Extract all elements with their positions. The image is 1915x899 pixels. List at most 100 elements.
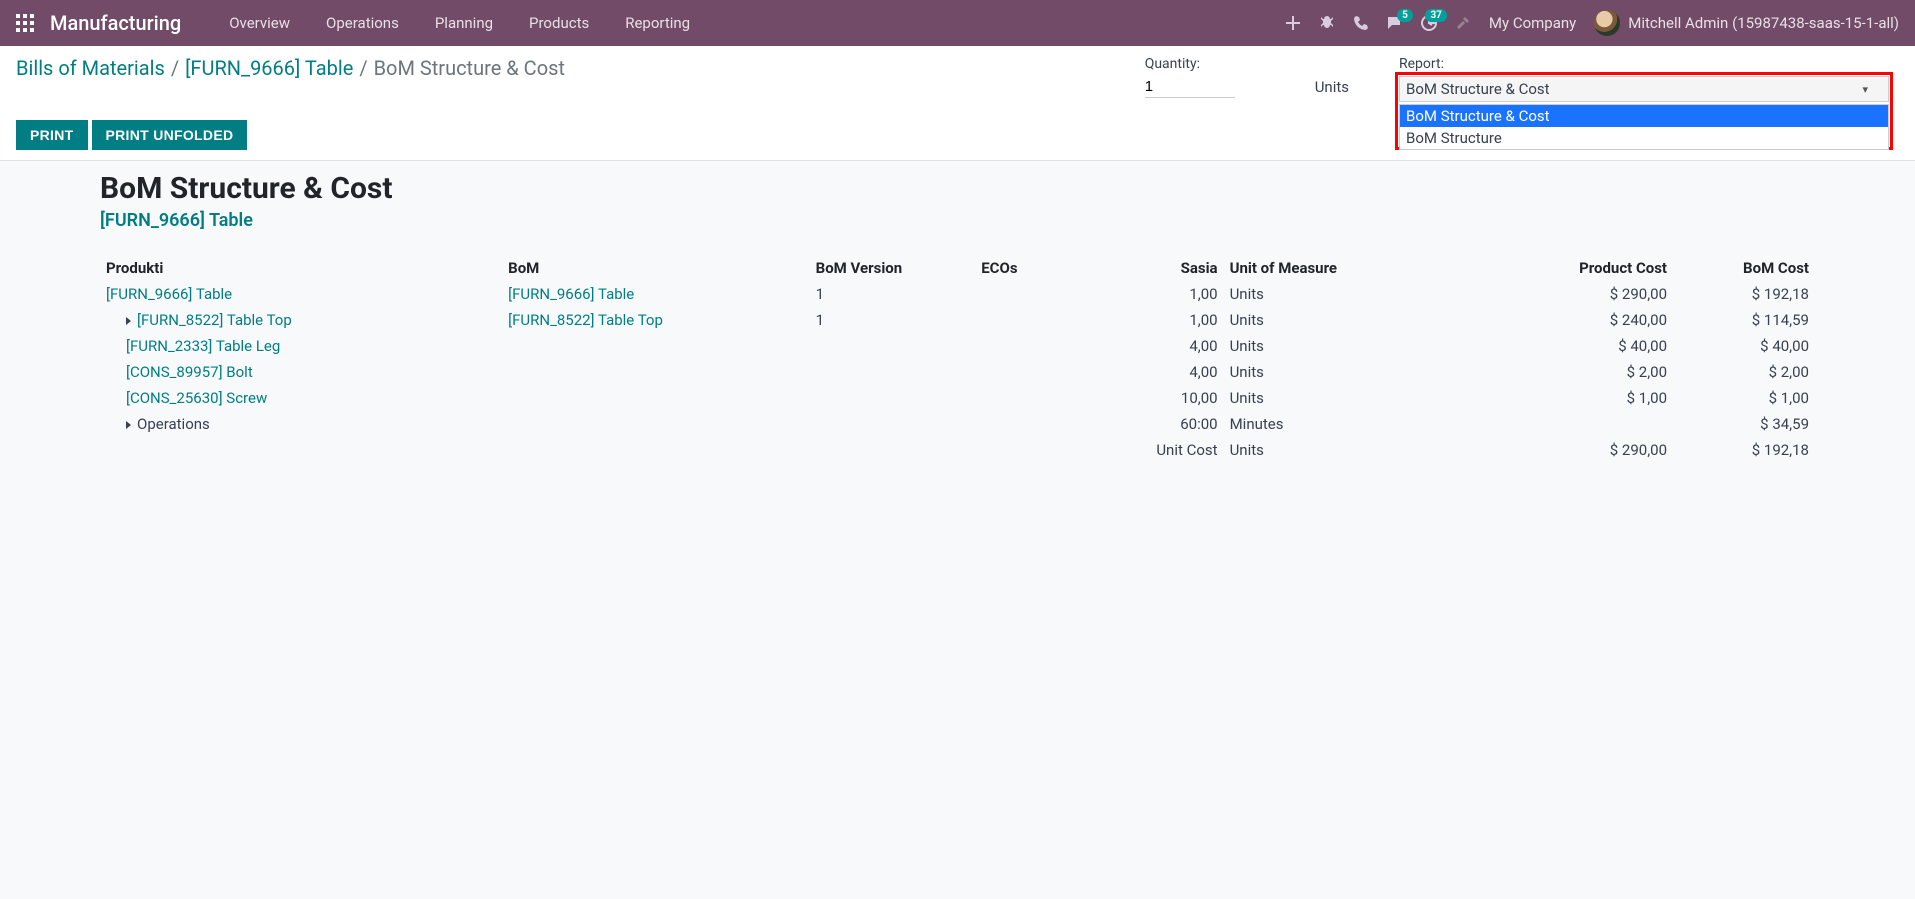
uom-cell: Units: [1224, 333, 1461, 359]
uom-cell: Units: [1224, 359, 1461, 385]
qty-cell: 1,00: [1117, 307, 1223, 333]
print-unfolded-button[interactable]: PRINT UNFOLDED: [92, 120, 248, 150]
bcost-cell: $ 40,00: [1673, 333, 1815, 359]
version-cell: [810, 385, 976, 411]
unit-label: Units: [1315, 56, 1349, 96]
th-ecos: ECOs: [975, 255, 1117, 281]
product-cell: Operations: [137, 415, 210, 433]
bug-icon[interactable]: [1319, 15, 1335, 31]
table-row: [FURN_8522] Table Top [FURN_8522] Table T…: [100, 307, 1815, 333]
app-name[interactable]: Manufacturing: [50, 11, 181, 35]
bcost-cell: $ 2,00: [1673, 359, 1815, 385]
user-name: Mitchell Admin (15987438-saas-15-1-all): [1628, 14, 1899, 32]
pcost-cell: $ 290,00: [1460, 281, 1673, 307]
report-label: Report:: [1399, 56, 1889, 72]
ecos-cell: [975, 307, 1117, 333]
version-cell: 1: [810, 307, 976, 333]
nav-reporting[interactable]: Reporting: [607, 2, 708, 44]
report-dropdown: BoM Structure & Cost BoM Structure: [1399, 104, 1889, 150]
product-cell[interactable]: [FURN_9666] Table: [106, 285, 232, 303]
avatar: [1594, 10, 1620, 36]
product-cell[interactable]: [CONS_25630] Screw: [126, 389, 267, 407]
bom-cell[interactable]: [FURN_8522] Table Top: [508, 311, 663, 329]
th-bom: BoM: [502, 255, 810, 281]
table-row: [FURN_2333] Table Leg4,00Units$ 40,00$ 4…: [100, 333, 1815, 359]
table-row: [CONS_89957] Bolt4,00Units$ 2,00$ 2,00: [100, 359, 1815, 385]
user-menu[interactable]: Mitchell Admin (15987438-saas-15-1-all): [1594, 10, 1899, 36]
quantity-label: Quantity:: [1145, 56, 1265, 72]
caret-icon[interactable]: [126, 421, 131, 429]
pcost-cell: $ 40,00: [1460, 333, 1673, 359]
qty-cell: 60:00: [1117, 411, 1223, 437]
footer-pcost: $ 290,00: [1460, 437, 1673, 463]
apps-icon[interactable]: [16, 14, 34, 32]
qty-cell: 10,00: [1117, 385, 1223, 411]
caret-icon[interactable]: [126, 317, 131, 325]
version-cell: [810, 359, 976, 385]
version-cell: 1: [810, 281, 976, 307]
footer-label: Unit Cost: [1117, 437, 1223, 463]
activity-badge: 37: [1425, 9, 1446, 22]
uom-cell: Units: [1224, 281, 1461, 307]
top-navbar: Manufacturing Overview Operations Planni…: [0, 0, 1915, 46]
breadcrumb: Bills of Materials / [FURN_9666] Table /…: [16, 56, 565, 80]
table-row: [FURN_9666] Table [FURN_9666] Table 1 1,00U…: [100, 281, 1815, 307]
chat-icon[interactable]: 5: [1387, 15, 1403, 31]
bom-table: Produkti BoM BoM Version ECOs Sasia Unit…: [100, 255, 1815, 463]
footer-row: Unit Cost Units $ 290,00 $ 192,18: [100, 437, 1815, 463]
th-bcost: BoM Cost: [1673, 255, 1815, 281]
nav-planning[interactable]: Planning: [417, 2, 511, 44]
activity-icon[interactable]: 37: [1421, 15, 1437, 31]
plus-icon[interactable]: [1285, 15, 1301, 31]
th-pcost: Product Cost: [1460, 255, 1673, 281]
ecos-cell: [975, 333, 1117, 359]
th-qty: Sasia: [1117, 255, 1223, 281]
quantity-input[interactable]: [1145, 76, 1235, 98]
uom-cell: Units: [1224, 385, 1461, 411]
qty-cell: 1,00: [1117, 281, 1223, 307]
uom-cell: Minutes: [1224, 411, 1461, 437]
report-select[interactable]: BoM Structure & Cost: [1399, 76, 1889, 102]
report-title: BoM Structure & Cost: [100, 171, 1815, 206]
pcost-cell: [1460, 411, 1673, 437]
bcost-cell: $ 114,59: [1673, 307, 1815, 333]
ecos-cell: [975, 281, 1117, 307]
company-selector[interactable]: My Company: [1489, 14, 1576, 32]
table-row: [CONS_25630] Screw10,00Units$ 1,00$ 1,00: [100, 385, 1815, 411]
phone-icon[interactable]: [1353, 15, 1369, 31]
breadcrumb-root[interactable]: Bills of Materials: [16, 56, 165, 80]
product-cell[interactable]: [FURN_2333] Table Leg: [126, 337, 280, 355]
bom-cell[interactable]: [FURN_9666] Table: [508, 285, 634, 303]
report-subtitle: [FURN_9666] Table: [100, 210, 1815, 231]
report-option-structure[interactable]: BoM Structure: [1400, 127, 1888, 149]
version-cell: [810, 333, 976, 359]
ecos-cell: [975, 359, 1117, 385]
th-version: BoM Version: [810, 255, 976, 281]
nav-right: 5 37 My Company Mitchell Admin (15987438…: [1285, 10, 1899, 36]
nav-operations[interactable]: Operations: [308, 2, 417, 44]
version-cell: [810, 411, 976, 437]
th-uom: Unit of Measure: [1224, 255, 1461, 281]
table-row: Operations60:00Minutes$ 34,59: [100, 411, 1815, 437]
pcost-cell: $ 1,00: [1460, 385, 1673, 411]
breadcrumb-current: BoM Structure & Cost: [374, 56, 565, 80]
control-panel: Bills of Materials / [FURN_9666] Table /…: [0, 46, 1915, 161]
uom-cell: Units: [1224, 307, 1461, 333]
nav-menu: Overview Operations Planning Products Re…: [211, 2, 708, 44]
product-cell[interactable]: [FURN_8522] Table Top: [137, 311, 292, 329]
print-button[interactable]: PRINT: [16, 120, 88, 150]
footer-uom: Units: [1224, 437, 1461, 463]
tools-icon[interactable]: [1455, 15, 1471, 31]
bcost-cell: $ 192,18: [1673, 281, 1815, 307]
breadcrumb-product[interactable]: [FURN_9666] Table: [185, 56, 353, 80]
qty-cell: 4,00: [1117, 333, 1223, 359]
pcost-cell: $ 240,00: [1460, 307, 1673, 333]
product-cell[interactable]: [CONS_89957] Bolt: [126, 363, 253, 381]
chat-badge: 5: [1397, 9, 1413, 22]
ecos-cell: [975, 411, 1117, 437]
report-body: BoM Structure & Cost [FURN_9666] Table P…: [0, 161, 1915, 503]
nav-products[interactable]: Products: [511, 2, 607, 44]
nav-overview[interactable]: Overview: [211, 2, 308, 44]
report-option-cost[interactable]: BoM Structure & Cost: [1400, 105, 1888, 127]
ecos-cell: [975, 385, 1117, 411]
